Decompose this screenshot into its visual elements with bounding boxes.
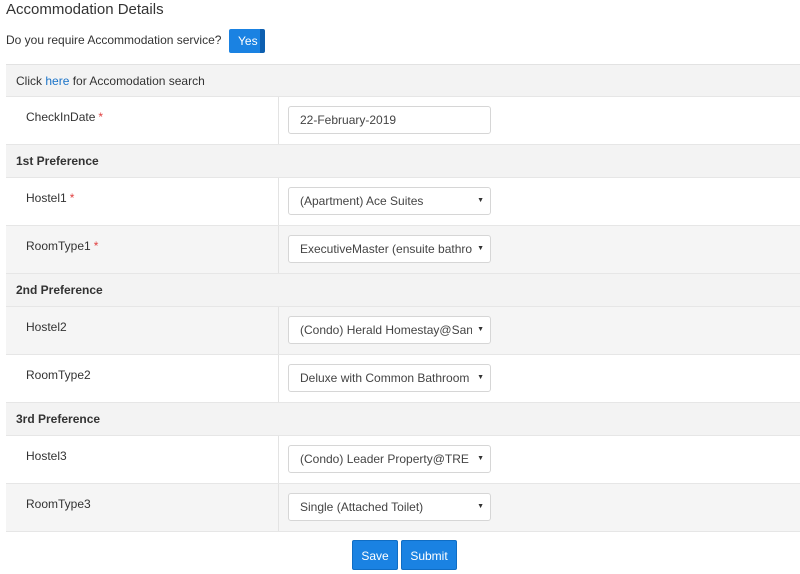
hostel3-value: (Condo) Leader Property@TRE Residences [300, 452, 472, 466]
hostel1-select[interactable]: (Apartment) Ace Suites ▼ [288, 187, 491, 215]
roomtype3-label: RoomType3 [26, 497, 91, 511]
column-divider [278, 307, 279, 354]
checkin-row: CheckInDate * 22-February-2019 [6, 97, 800, 145]
checkin-date-input[interactable]: 22-February-2019 [288, 106, 491, 134]
required-marker: * [93, 239, 99, 253]
hostel2-value: (Condo) Herald Homestay@Santa [300, 323, 472, 337]
roomtype1-select[interactable]: ExecutiveMaster (ensuite bathroom) ▼ [288, 235, 491, 263]
caret-down-icon: ▼ [477, 245, 484, 252]
section-title: 3rd Preference [16, 412, 101, 426]
section-title: 1st Preference [16, 154, 99, 168]
hostel3-row: Hostel3 (Condo) Leader Property@TRE Resi… [6, 436, 800, 484]
column-divider [278, 355, 279, 402]
roomtype1-row: RoomType1 * ExecutiveMaster (ensuite bath… [6, 226, 800, 274]
required-marker: * [98, 110, 104, 124]
required-marker: * [69, 191, 75, 205]
checkin-label-text: CheckInDate [26, 110, 96, 124]
section-3rd-preference: 3rd Preference [6, 403, 800, 436]
require-question: Do you require Accommodation service? [6, 33, 222, 47]
hostel2-select[interactable]: (Condo) Herald Homestay@Santa ▼ [288, 316, 491, 344]
hostel1-label-text: Hostel1 [26, 191, 67, 205]
caret-down-icon: ▼ [477, 326, 484, 333]
section-2nd-preference: 2nd Preference [6, 274, 800, 307]
section-title: 2nd Preference [16, 283, 103, 297]
caret-down-icon: ▼ [477, 455, 484, 462]
roomtype1-label-text: RoomType1 [26, 239, 91, 253]
roomtype1-value: ExecutiveMaster (ensuite bathroom) [300, 242, 472, 256]
caret-down-icon: ▼ [477, 374, 484, 381]
column-divider [278, 484, 279, 531]
roomtype2-value: Deluxe with Common Bathroom [300, 371, 470, 385]
search-link[interactable]: here [45, 74, 69, 88]
page-title: Accommodation Details [6, 1, 164, 18]
accommodation-toggle[interactable]: Yes [229, 29, 265, 53]
search-prompt-prefix: Click [16, 74, 46, 88]
hostel3-label: Hostel3 [26, 449, 67, 463]
roomtype3-value: Single (Attached Toilet) [300, 500, 424, 514]
caret-down-icon: ▼ [477, 503, 484, 510]
column-divider [278, 178, 279, 225]
section-1st-preference: 1st Preference [6, 145, 800, 178]
column-divider [278, 97, 279, 144]
roomtype1-label: RoomType1 * [26, 239, 98, 253]
caret-down-icon: ▼ [477, 197, 484, 204]
search-prompt-row: Click here for Accomodation search [6, 65, 800, 97]
roomtype2-select[interactable]: Deluxe with Common Bathroom ▼ [288, 364, 491, 392]
hostel3-select[interactable]: (Condo) Leader Property@TRE Residences ▼ [288, 445, 491, 473]
accommodation-form: Click here for Accomodation search Check… [6, 64, 800, 532]
hostel1-row: Hostel1 * (Apartment) Ace Suites ▼ [6, 178, 800, 226]
save-button[interactable]: Save [352, 540, 398, 570]
hostel2-label: Hostel2 [26, 320, 67, 334]
search-prompt: Click here for Accomodation search [16, 74, 205, 88]
roomtype2-row: RoomType2 Deluxe with Common Bathroom ▼ [6, 355, 800, 403]
hostel1-label: Hostel1 * [26, 191, 74, 205]
roomtype2-label: RoomType2 [26, 368, 91, 382]
roomtype3-row: RoomType3 Single (Attached Toilet) ▼ [6, 484, 800, 532]
hostel1-value: (Apartment) Ace Suites [300, 194, 424, 208]
checkin-label: CheckInDate * [26, 110, 103, 124]
roomtype3-select[interactable]: Single (Attached Toilet) ▼ [288, 493, 491, 521]
column-divider [278, 436, 279, 483]
column-divider [278, 226, 279, 273]
hostel2-row: Hostel2 (Condo) Herald Homestay@Santa ▼ [6, 307, 800, 355]
search-prompt-suffix: for Accomodation search [69, 74, 205, 88]
submit-button[interactable]: Submit [401, 540, 457, 570]
